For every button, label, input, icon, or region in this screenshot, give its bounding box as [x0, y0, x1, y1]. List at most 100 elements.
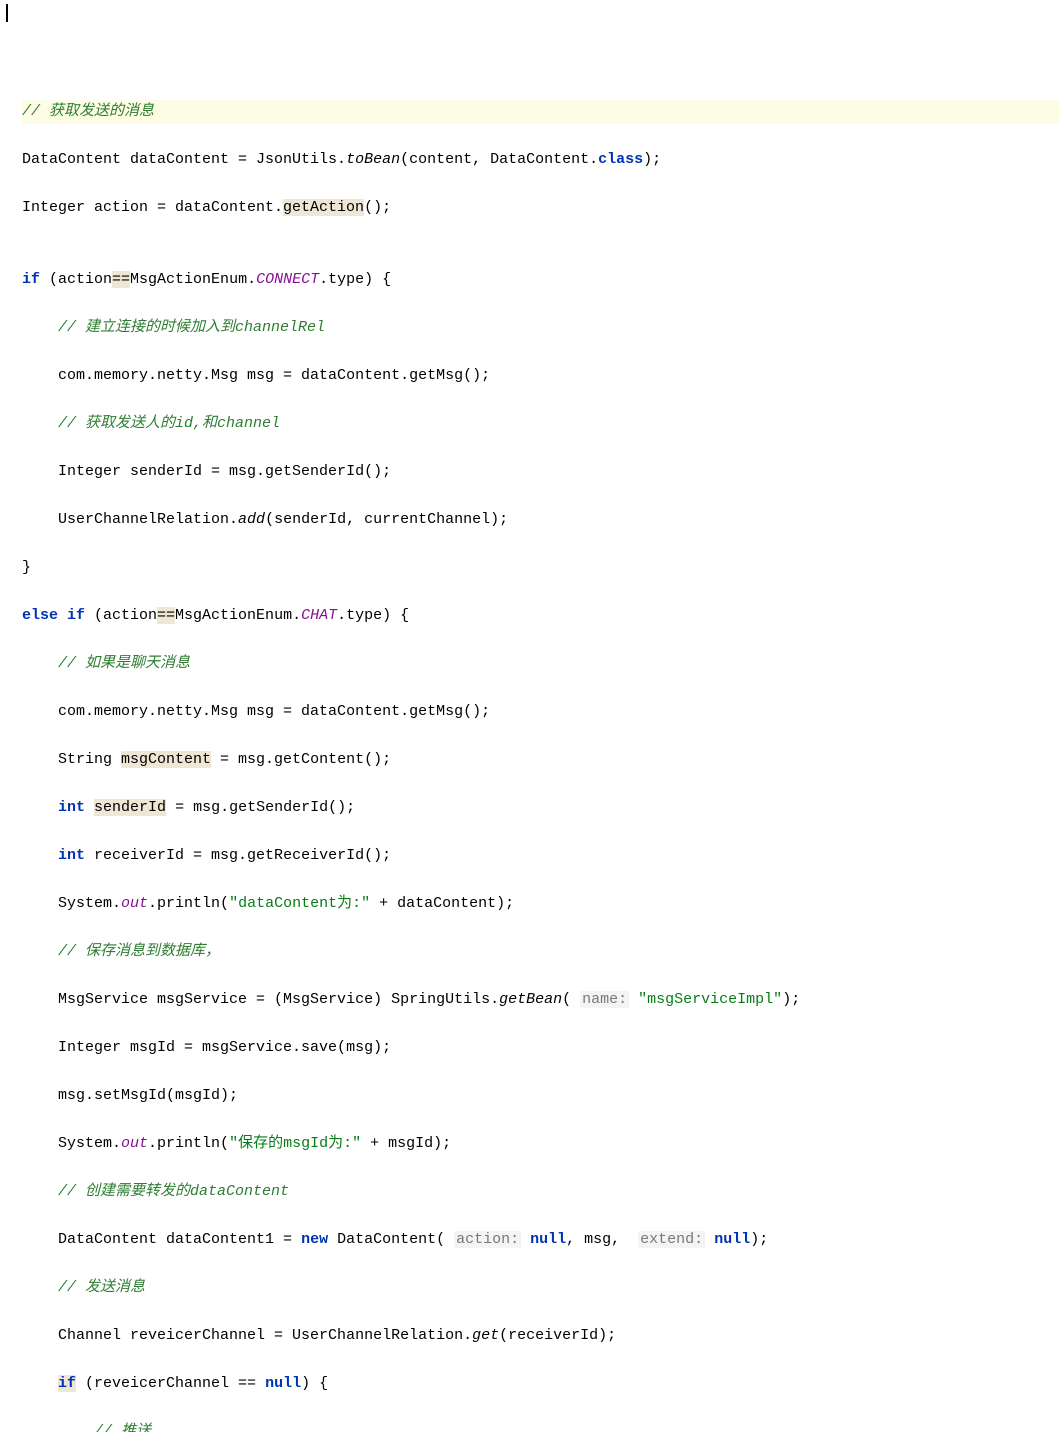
code-line[interactable]: // 推送 [22, 1420, 1059, 1432]
code-line[interactable]: // 保存消息到数据库， [22, 940, 1059, 964]
keyword: int [58, 799, 85, 816]
indent [22, 991, 58, 1008]
code-line[interactable]: // 发送消息 [22, 1276, 1059, 1300]
enum-constant: CHAT [301, 607, 337, 624]
code-text: UserChannelRelation. [58, 511, 238, 528]
code-line[interactable]: // 获取发送的消息 [22, 100, 1059, 124]
code-line[interactable]: String msgContent = msg.getContent(); [22, 748, 1059, 772]
code-text [629, 991, 638, 1008]
code-text: DataContent( [328, 1231, 454, 1248]
text-cursor [6, 4, 8, 22]
code-line[interactable]: // 创建需要转发的dataContent [22, 1180, 1059, 1204]
indent [22, 847, 58, 864]
code-line[interactable]: DataContent dataContent1 = new DataConte… [22, 1228, 1059, 1252]
enum-constant: CONNECT [256, 271, 319, 288]
code-text: ); [782, 991, 800, 1008]
code-text: .type) { [337, 607, 409, 624]
comment: // 保存消息到数据库， [58, 943, 220, 960]
code-text: (receiverId); [499, 1327, 616, 1344]
code-line[interactable]: UserChannelRelation.add(senderId, curren… [22, 508, 1059, 532]
code-text [85, 799, 94, 816]
indent [22, 1183, 58, 1200]
highlighted-token: == [157, 607, 175, 624]
indent [22, 1375, 58, 1392]
code-text: .type) { [319, 271, 391, 288]
indent [22, 1279, 58, 1296]
highlighted-token: == [112, 271, 130, 288]
indent [22, 751, 58, 768]
keyword: null [714, 1231, 750, 1248]
code-text: msg.setMsgId(msgId); [58, 1087, 238, 1104]
code-line[interactable]: // 如果是聊天消息 [22, 652, 1059, 676]
code-line[interactable]: com.memory.netty.Msg msg = dataContent.g… [22, 700, 1059, 724]
code-text: (action [85, 607, 157, 624]
code-text: , msg, [566, 1231, 638, 1248]
code-text: MsgService msgService = (MsgService) Spr… [58, 991, 499, 1008]
comment: // 建立连接的时候加入到channelRel [58, 319, 325, 336]
code-text: Channel reveicerChannel = UserChannelRel… [58, 1327, 472, 1344]
static-method: add [238, 511, 265, 528]
indent [22, 703, 58, 720]
code-text: ); [643, 151, 661, 168]
code-text: = msg.getContent(); [211, 751, 391, 768]
code-line[interactable]: Channel reveicerChannel = UserChannelRel… [22, 1324, 1059, 1348]
code-line[interactable]: msg.setMsgId(msgId); [22, 1084, 1059, 1108]
code-line[interactable]: // 建立连接的时候加入到channelRel [22, 316, 1059, 340]
indent [22, 415, 58, 432]
code-text: (); [364, 199, 391, 216]
code-line[interactable]: Integer action = dataContent.getAction()… [22, 196, 1059, 220]
code-text: Integer action = dataContent. [22, 199, 283, 216]
parameter-hint: action: [454, 1231, 521, 1248]
code-text: Integer msgId = msgService.save(msg); [58, 1039, 391, 1056]
code-line[interactable]: Integer msgId = msgService.save(msg); [22, 1036, 1059, 1060]
indent [22, 655, 58, 672]
code-line[interactable]: int senderId = msg.getSenderId(); [22, 796, 1059, 820]
comment: // 如果是聊天消息 [58, 655, 190, 672]
code-line[interactable]: DataContent dataContent = JsonUtils.toBe… [22, 148, 1059, 172]
code-text: .println( [148, 1135, 229, 1152]
indent [22, 1135, 58, 1152]
code-line[interactable]: System.out.println("dataContent为:" + dat… [22, 892, 1059, 916]
code-line[interactable]: } [22, 556, 1059, 580]
comment: // 创建需要转发的dataContent [58, 1183, 289, 1200]
code-text: com.memory.netty.Msg msg = dataContent.g… [58, 703, 490, 720]
code-text [705, 1231, 714, 1248]
code-line[interactable]: System.out.println("保存的msgId为:" + msgId)… [22, 1132, 1059, 1156]
code-text: System. [58, 1135, 121, 1152]
code-line[interactable]: if (action==MsgActionEnum.CONNECT.type) … [22, 268, 1059, 292]
code-line[interactable]: com.memory.netty.Msg msg = dataContent.g… [22, 364, 1059, 388]
code-text: = msg.getSenderId(); [166, 799, 355, 816]
static-method: toBean [346, 151, 400, 168]
code-text: + msgId); [361, 1135, 451, 1152]
highlighted-token: senderId [94, 799, 166, 816]
code-line[interactable]: else if (action==MsgActionEnum.CHAT.type… [22, 604, 1059, 628]
code-text: ); [750, 1231, 768, 1248]
highlighted-token: getAction [283, 199, 364, 216]
indent [22, 1423, 94, 1432]
indent [22, 319, 58, 336]
code-editor-content[interactable]: // 获取发送的消息 DataContent dataContent = Jso… [22, 100, 1059, 1432]
comment: // 发送消息 [58, 1279, 145, 1296]
code-text: .println( [148, 895, 229, 912]
indent [22, 943, 58, 960]
highlighted-token: msgContent [121, 751, 211, 768]
indent [22, 1327, 58, 1344]
code-text: } [22, 559, 31, 576]
static-field: out [121, 1135, 148, 1152]
code-text [521, 1231, 530, 1248]
keyword: null [265, 1375, 301, 1392]
code-line[interactable]: int receiverId = msg.getReceiverId(); [22, 844, 1059, 868]
code-text: MsgActionEnum. [175, 607, 301, 624]
code-line[interactable]: // 获取发送人的id,和channel [22, 412, 1059, 436]
code-line[interactable]: MsgService msgService = (MsgService) Spr… [22, 988, 1059, 1012]
code-line[interactable]: Integer senderId = msg.getSenderId(); [22, 460, 1059, 484]
indent [22, 1087, 58, 1104]
code-text: ) { [301, 1375, 328, 1392]
keyword: new [301, 1231, 328, 1248]
comment: // 获取发送的消息 [22, 103, 154, 120]
keyword: if [22, 271, 40, 288]
code-text: + dataContent); [370, 895, 514, 912]
code-line[interactable]: if (reveicerChannel == null) { [22, 1372, 1059, 1396]
keyword: class [598, 151, 643, 168]
keyword: int [58, 847, 85, 864]
